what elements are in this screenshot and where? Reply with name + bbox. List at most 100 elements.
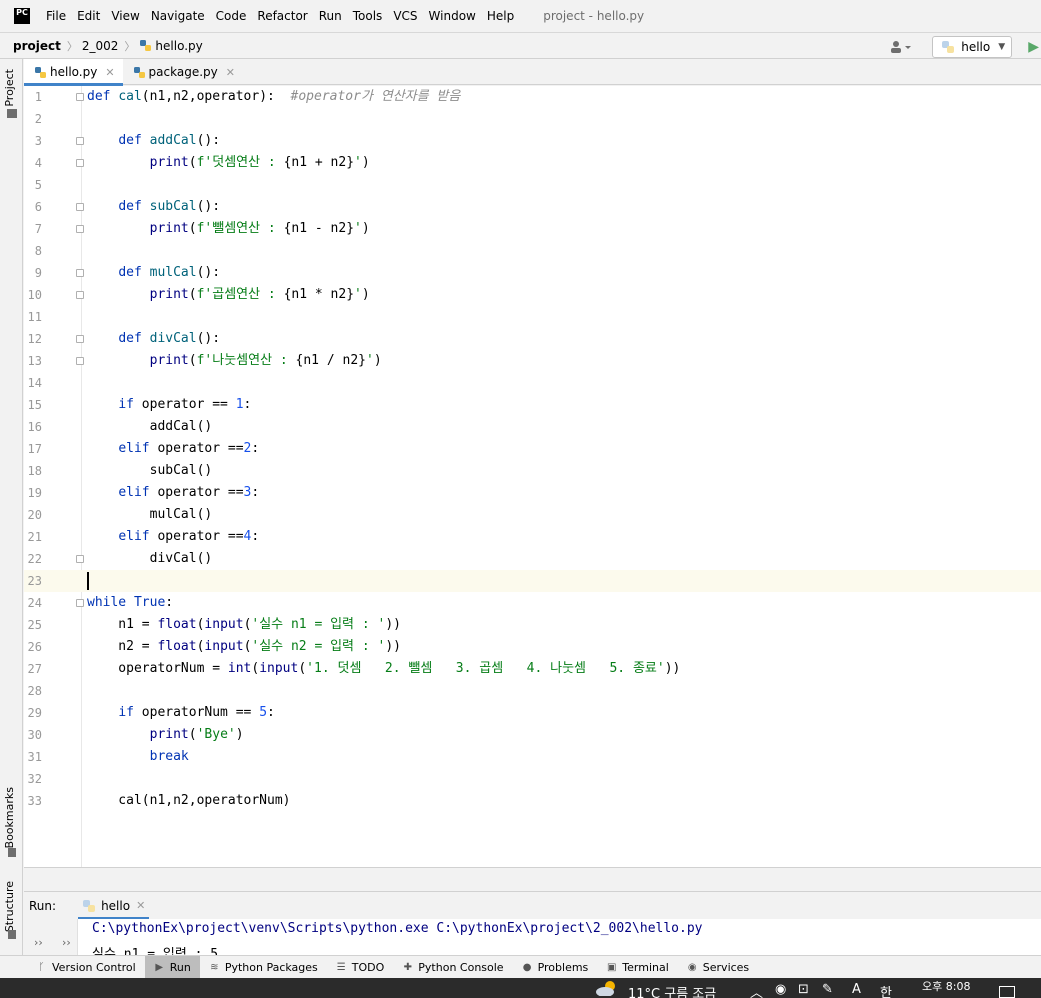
editor-tab-bar: hello.py ✕ package.py ✕ <box>24 59 1041 86</box>
run-console[interactable]: ›› ›› C:\pythonEx\project\venv\Scripts\p… <box>24 919 1041 955</box>
code-line[interactable]: 8 <box>24 240 1041 262</box>
ime-mode-icon[interactable]: A <box>852 982 861 997</box>
menu-window[interactable]: Window <box>429 9 476 23</box>
menu-run[interactable]: Run <box>319 9 342 23</box>
run-icon[interactable]: ▶ <box>1028 39 1039 55</box>
breadcrumb-project[interactable]: project <box>13 39 61 53</box>
code-line[interactable]: 14 <box>24 372 1041 394</box>
code-line[interactable]: 16 addCal() <box>24 416 1041 438</box>
code-line[interactable]: 32 <box>24 768 1041 790</box>
tab-label: hello.py <box>50 65 98 79</box>
fold-icon[interactable] <box>76 357 84 365</box>
tool-python-packages[interactable]: ≋ Python Packages <box>200 956 327 979</box>
network-icon[interactable]: ⊡ <box>798 982 809 997</box>
code-line[interactable]: 31 break <box>24 746 1041 768</box>
tool-python-console[interactable]: ✚ Python Console <box>393 956 512 979</box>
close-icon[interactable]: ✕ <box>105 66 114 79</box>
code-line[interactable]: 33 cal(n1,n2,operatorNum) <box>24 790 1041 812</box>
fold-icon[interactable] <box>76 291 84 299</box>
menu-file[interactable]: File <box>46 9 66 23</box>
code-line[interactable]: 26 n2 = float(input('실수 n2 = 입력 : ')) <box>24 636 1041 658</box>
code-line[interactable]: 18 subCal() <box>24 460 1041 482</box>
tool-todo[interactable]: ☰ TODO <box>327 956 394 979</box>
bookmarks-tool-tab[interactable]: Bookmarks <box>3 787 16 848</box>
line-number: 25 <box>27 618 42 632</box>
code-line[interactable]: 15 if operator == 1: <box>24 394 1041 416</box>
tool-services[interactable]: ◉ Services <box>678 956 758 979</box>
code-line[interactable]: 27 operatorNum = int(input('1. 덧셈 2. 뺄셈 … <box>24 658 1041 680</box>
menu-edit[interactable]: Edit <box>77 9 100 23</box>
code-line[interactable]: 9 def mulCal(): <box>24 262 1041 284</box>
code-line[interactable]: 2 <box>24 108 1041 130</box>
ime-hangul-icon[interactable]: 한 <box>880 982 892 998</box>
tab-hello-py[interactable]: hello.py ✕ <box>24 59 123 86</box>
fold-icon[interactable] <box>76 137 84 145</box>
code-line[interactable]: 3 def addCal(): <box>24 130 1041 152</box>
fold-icon[interactable] <box>76 159 84 167</box>
current-code-line[interactable]: 23 <box>24 570 1041 592</box>
code-line[interactable]: 10 print(f'곱셈연산 : {n1 * n2}') <box>24 284 1041 306</box>
code-line[interactable]: 17 elif operator ==2: <box>24 438 1041 460</box>
structure-tool-tab[interactable]: Structure <box>3 881 16 932</box>
python-config-icon <box>942 40 955 53</box>
breadcrumb-file[interactable]: hello.py <box>139 39 203 53</box>
tab-package-py[interactable]: package.py ✕ <box>123 59 243 85</box>
menu-navigate[interactable]: Navigate <box>151 9 205 23</box>
line-number: 8 <box>34 244 42 258</box>
code-line[interactable]: 4 print(f'덧셈연산 : {n1 + n2}') <box>24 152 1041 174</box>
fold-icon[interactable] <box>76 225 84 233</box>
menu-code[interactable]: Code <box>216 9 247 23</box>
code-line[interactable]: 19 elif operator ==3: <box>24 482 1041 504</box>
code-line[interactable]: 6 def subCal(): <box>24 196 1041 218</box>
code-line[interactable]: 20 mulCal() <box>24 504 1041 526</box>
record-icon[interactable]: ◉ <box>775 982 786 997</box>
breadcrumb-folder[interactable]: 2_002 <box>82 39 119 53</box>
weather-text[interactable]: 11°C 구름 조금 <box>628 983 716 998</box>
notification-icon[interactable] <box>999 986 1015 998</box>
tool-version-control[interactable]: ᚴ Version Control <box>0 956 145 979</box>
menu-tools[interactable]: Tools <box>353 9 383 23</box>
run-configuration-selector[interactable]: hello ▼ <box>932 35 1013 58</box>
chevron-down-icon: ▼ <box>998 41 1006 52</box>
fold-icon[interactable] <box>76 599 84 607</box>
expand-icon[interactable]: ›› <box>62 936 71 949</box>
tool-run[interactable]: ▶ Run <box>144 955 200 979</box>
fold-icon[interactable] <box>76 555 84 563</box>
code-line[interactable]: 22 divCal() <box>24 548 1041 570</box>
code-line[interactable]: 13 print(f'나눗셈연산 : {n1 / n2}') <box>24 350 1041 372</box>
tool-problems[interactable]: ● Problems <box>513 956 598 979</box>
code-editor[interactable]: 1 def cal(n1,n2,operator): #operator가 연산자… <box>24 86 1041 867</box>
fold-icon[interactable] <box>76 203 84 211</box>
code-line[interactable]: 28 <box>24 680 1041 702</box>
code-line[interactable]: 7 print(f'뺄셈연산 : {n1 - n2}') <box>24 218 1041 240</box>
code-line[interactable]: 24 while True: <box>24 592 1041 614</box>
fold-icon[interactable] <box>76 93 84 101</box>
tool-terminal[interactable]: ▣ Terminal <box>597 956 678 979</box>
code-line[interactable]: 30 print('Bye') <box>24 724 1041 746</box>
menu-help[interactable]: Help <box>487 9 514 23</box>
project-tool-tab[interactable]: Project <box>3 69 16 107</box>
cloud-sun-icon <box>596 981 615 996</box>
close-icon[interactable]: ✕ <box>226 66 235 79</box>
code-line[interactable]: 5 <box>24 174 1041 196</box>
menu-refactor[interactable]: Refactor <box>257 9 307 23</box>
code-line[interactable]: 29 if operatorNum == 5: <box>24 702 1041 724</box>
code-line[interactable]: 11 <box>24 306 1041 328</box>
vcs-user-icon[interactable] <box>890 39 914 55</box>
chevron-up-icon[interactable]: ︿ <box>750 982 763 998</box>
menu-vcs[interactable]: VCS <box>393 9 417 23</box>
code-line[interactable]: 12 def divCal(): <box>24 328 1041 350</box>
close-icon[interactable]: ✕ <box>136 899 145 912</box>
clock[interactable]: 오후 8:08 <box>922 978 970 994</box>
fold-icon[interactable] <box>76 269 84 277</box>
menu-view[interactable]: View <box>111 9 139 23</box>
code-line[interactable]: 21 elif operator ==4: <box>24 526 1041 548</box>
code-line[interactable]: 1 def cal(n1,n2,operator): #operator가 연산자… <box>24 86 1041 108</box>
run-tab-hello[interactable]: hello ✕ <box>78 892 150 920</box>
line-number: 1 <box>34 90 42 104</box>
pen-icon[interactable]: ✎ <box>822 982 833 997</box>
code-line[interactable]: 25 n1 = float(input('실수 n1 = 입력 : ')) <box>24 614 1041 636</box>
fold-icon[interactable] <box>76 335 84 343</box>
line-number: 27 <box>27 662 42 676</box>
expand-icon[interactable]: ›› <box>34 936 43 949</box>
